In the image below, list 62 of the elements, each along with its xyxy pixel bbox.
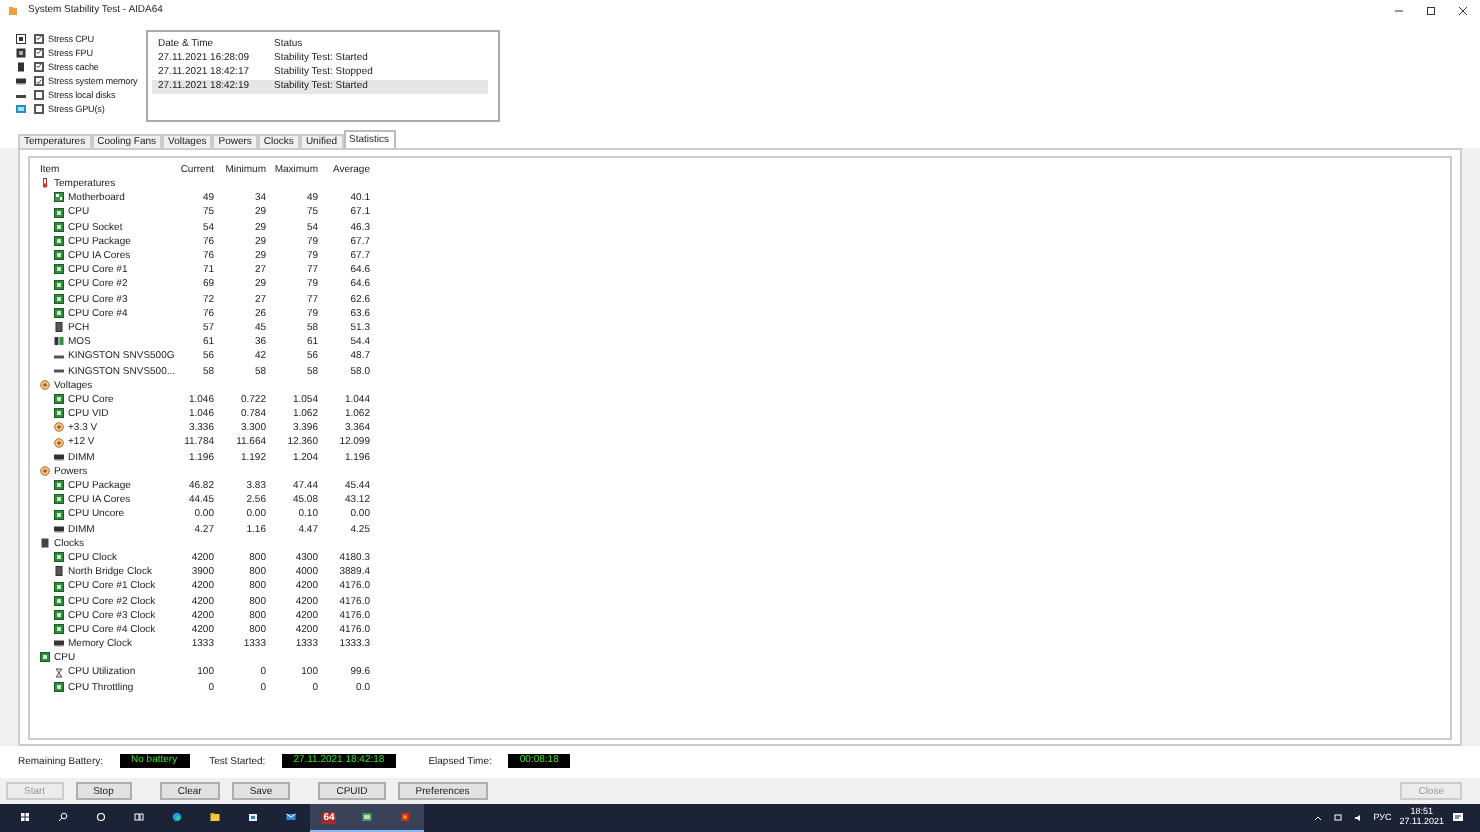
board-icon [54,192,64,203]
chip-icon [54,681,64,692]
network-icon[interactable] [1333,814,1342,822]
voltage-icon [40,466,50,477]
chip-icon [54,408,64,419]
memory-icon [54,451,64,462]
windows-icon[interactable] [19,812,31,824]
speaker-icon[interactable] [1353,814,1362,822]
memory-icon [54,523,64,534]
circle-icon[interactable] [95,812,107,824]
chip-icon [54,250,64,261]
chip-icon [54,293,64,304]
checkbox[interactable] [34,90,44,101]
chip-icon [54,221,64,232]
thermometer-icon [40,178,50,189]
chip-icon [54,624,64,635]
chip-icon [54,566,64,577]
chip-icon [54,595,64,606]
fpu-icon [16,47,26,58]
chip-icon [54,480,64,491]
minimize-icon[interactable] [1394,5,1404,16]
transistor-icon [54,336,64,347]
chip-icon [54,207,64,218]
chip-icon [54,552,64,563]
checkbox[interactable] [34,61,44,72]
voltage-icon [54,422,64,433]
voltage-icon [40,379,50,390]
chip-icon [54,279,64,290]
voltage-icon [54,437,64,448]
checkbox[interactable] [34,33,44,44]
memory-icon [16,76,26,87]
mail-icon[interactable] [285,812,297,824]
chip-icon [54,322,64,333]
cache-icon [16,61,26,72]
search-icon[interactable] [57,812,69,824]
store-icon[interactable] [247,812,259,824]
cpu-icon [16,33,26,44]
task-view-icon[interactable] [133,812,145,824]
clock-chip-icon [40,537,50,548]
chip-icon [54,494,64,505]
checkbox[interactable] [34,47,44,58]
chip-icon [54,509,64,520]
checkbox[interactable] [34,104,44,115]
chip-icon [54,581,64,592]
chip-icon [54,307,64,318]
chip-icon [54,609,64,620]
close-icon[interactable] [1458,5,1468,16]
browser-icon[interactable] [171,812,183,824]
checkbox[interactable] [34,76,44,87]
chip-icon [54,264,64,275]
app-icon[interactable] [399,811,411,823]
notification-icon[interactable] [1452,812,1464,824]
hourglass-icon [54,667,64,678]
chip-icon [54,236,64,247]
spreadsheet-icon[interactable] [361,811,373,823]
folder-icon[interactable] [209,812,221,824]
chip-icon [54,394,64,405]
gpu-icon [16,104,26,115]
app-icon [8,5,18,16]
memory-icon [54,638,64,649]
maximize-icon[interactable] [1426,5,1436,16]
chip-icon [40,652,50,663]
